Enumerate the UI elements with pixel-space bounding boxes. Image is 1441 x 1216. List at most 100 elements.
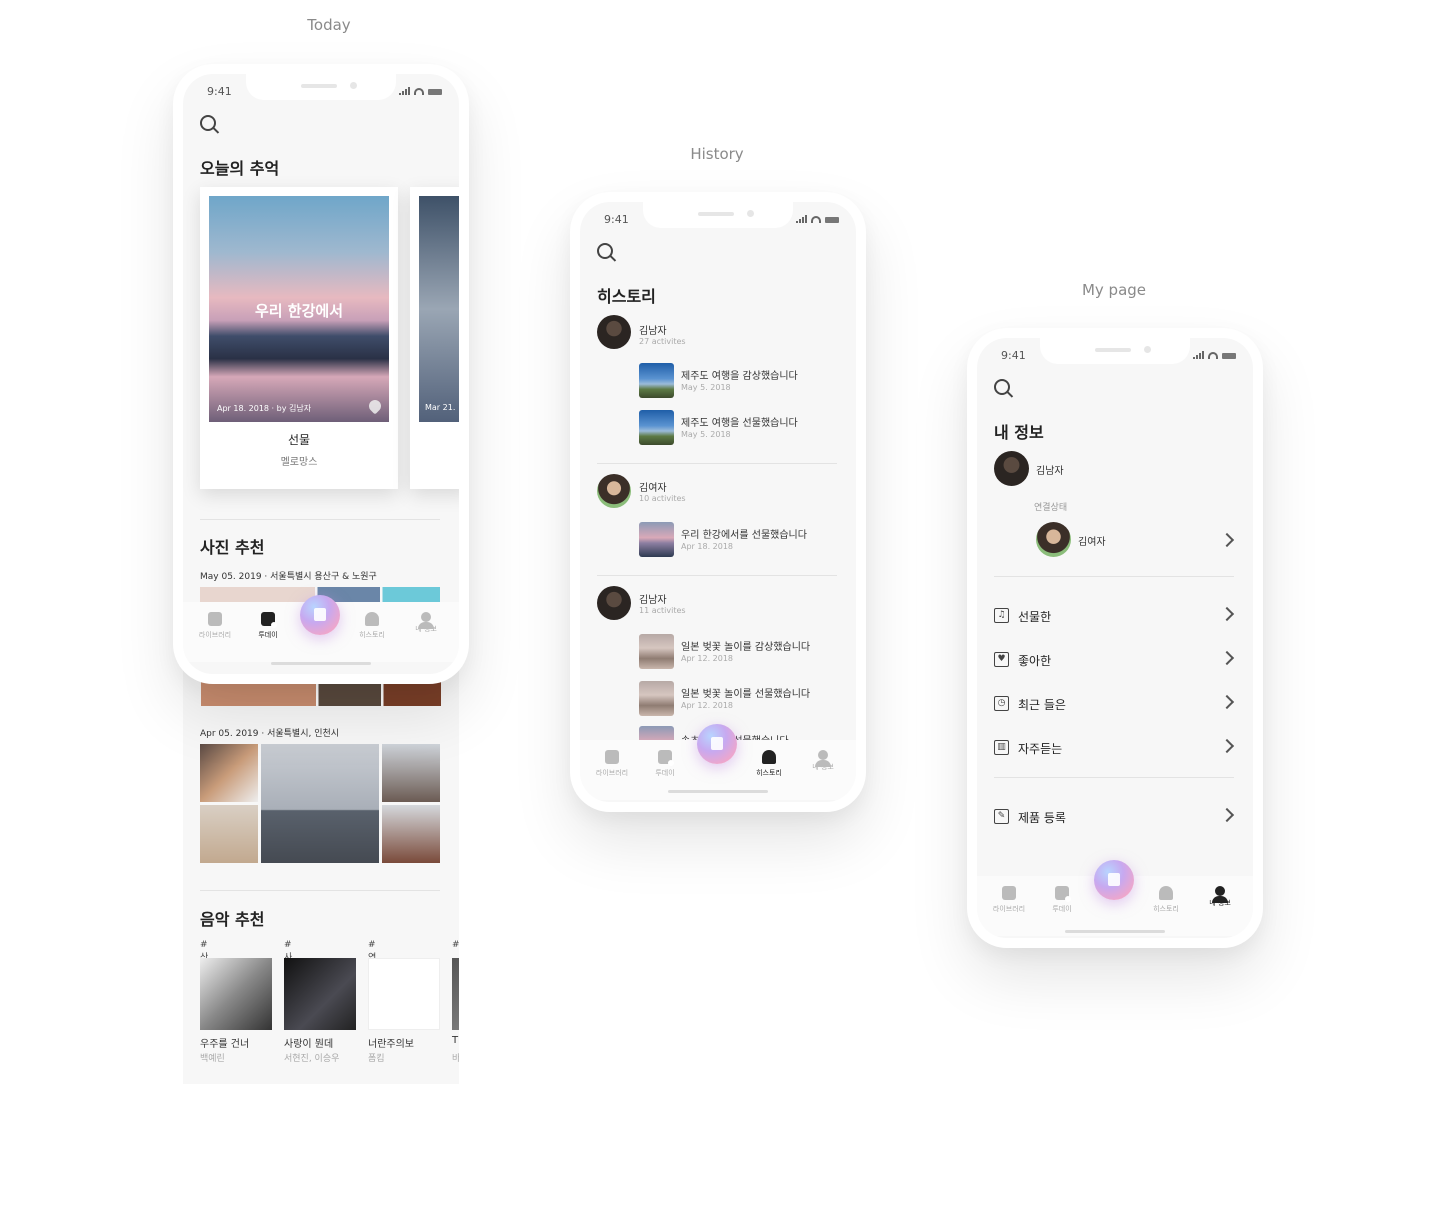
wifi-icon xyxy=(811,216,821,223)
nav-history[interactable]: 히스토리 xyxy=(346,612,398,640)
photo-sea[interactable] xyxy=(261,744,379,863)
bell-icon xyxy=(762,750,776,764)
phone-history: 9:41 히스토리 김남자 27 activites 제주도 여행을 감상했습니… xyxy=(570,192,866,812)
today-icon xyxy=(1055,886,1071,902)
edit-icon: ✎ xyxy=(994,809,1009,824)
notch xyxy=(643,202,793,228)
menu-label: 제품 등록 xyxy=(1018,811,1066,825)
photo-cafe[interactable] xyxy=(200,744,258,802)
mypage-screen: 9:41 내 정보 김남자 연결상태 김여자 ♫ 선물한 ♥ 좋아한 ◷ 최근 … xyxy=(977,338,1253,938)
photo-trees-2[interactable] xyxy=(382,805,440,863)
bell-icon xyxy=(365,612,379,626)
avatar xyxy=(597,315,631,349)
battery-icon xyxy=(825,217,839,223)
history-item-date: Apr 12. 2018 xyxy=(681,701,734,710)
album-cover xyxy=(200,958,272,1030)
memory-overlay-title: 우리 한강에서 xyxy=(254,302,344,320)
menu-label: 좋아한 xyxy=(1018,654,1052,668)
nav-today[interactable]: 투데이 xyxy=(242,612,294,640)
gift-fab-button[interactable] xyxy=(1094,860,1134,900)
search-icon[interactable] xyxy=(994,379,1010,395)
nav-history[interactable]: 히스토리 xyxy=(1140,886,1192,914)
chevron-right-icon xyxy=(1219,694,1235,710)
search-icon[interactable] xyxy=(597,243,613,259)
person-icon xyxy=(1212,886,1228,903)
memory-next-date: Mar 21. xyxy=(425,403,456,412)
divider xyxy=(597,463,837,464)
home-indicator xyxy=(1065,930,1165,933)
photo-grid-2 xyxy=(200,744,440,864)
memory-photo: 우리 한강에서 Apr 18. 2018 · by 김남자 xyxy=(209,196,389,422)
chevron-right-icon xyxy=(1219,738,1235,754)
memory-date: Apr 18. 2018 · by 김남자 xyxy=(217,404,312,413)
photo-trees-1[interactable] xyxy=(382,744,440,802)
divider xyxy=(994,576,1234,577)
bell-icon xyxy=(1159,886,1173,900)
today-icon xyxy=(261,612,277,628)
nav-myinfo[interactable]: 내 정보 xyxy=(1194,886,1246,908)
music-note-icon xyxy=(605,750,619,764)
home-indicator xyxy=(668,790,768,793)
history-item-text: 일본 벚꽃 놀이를 감상했습니다 xyxy=(681,642,811,653)
battery-icon xyxy=(1222,353,1236,359)
history-item-date: May 5. 2018 xyxy=(681,383,731,392)
avatar xyxy=(597,586,631,620)
today-title: 오늘의 추억 xyxy=(200,159,280,178)
mypage-title: 내 정보 xyxy=(994,423,1044,442)
nav-library[interactable]: 라이브러리 xyxy=(586,750,638,778)
heart-icon: ♥ xyxy=(994,652,1009,667)
album-cover xyxy=(284,958,356,1030)
memory-song: 선물 xyxy=(287,433,311,447)
photo-section-title: 사진 추천 xyxy=(200,538,265,557)
signal-icon xyxy=(796,215,807,223)
nav-today[interactable]: 투데이 xyxy=(1036,886,1088,914)
battery-icon xyxy=(428,89,442,95)
nav-library[interactable]: 라이브러리 xyxy=(983,886,1035,914)
nav-today[interactable]: 투데이 xyxy=(639,750,691,778)
status-time: 9:41 xyxy=(604,213,629,226)
history-activity-count: 27 activites xyxy=(639,337,686,346)
wifi-icon xyxy=(1208,352,1218,359)
menu-frequent[interactable]: ▥ 자주듣는 xyxy=(994,734,1236,764)
gift-fab-button[interactable] xyxy=(697,724,737,764)
history-screen: 9:41 히스토리 김남자 27 activites 제주도 여행을 감상했습니… xyxy=(580,202,856,802)
chevron-right-icon xyxy=(1219,606,1235,622)
heart-icon[interactable] xyxy=(366,397,384,415)
music-artist: 바 xyxy=(452,1054,459,1064)
memory-card-next[interactable]: Mar 21. xyxy=(410,187,459,489)
music-tag: # xyxy=(452,940,459,950)
music-note-icon: ♫ xyxy=(994,608,1009,623)
search-icon[interactable] xyxy=(200,115,216,131)
photo-beach[interactable] xyxy=(200,805,258,863)
menu-liked[interactable]: ♥ 좋아한 xyxy=(994,646,1236,676)
memory-card[interactable]: 우리 한강에서 Apr 18. 2018 · by 김남자 선물 멜로망스 xyxy=(200,187,398,489)
music-artist: 서현진, 이승우 xyxy=(284,1054,340,1064)
photo-location-2: Apr 05. 2019 · 서울특별시, 인천시 xyxy=(200,729,340,739)
music-artist: 폼킴 xyxy=(368,1054,385,1064)
music-section-title: 음악 추천 xyxy=(200,910,265,929)
today-screen: 9:41 오늘의 추억 우리 한강에서 Apr 18. 2018 · by 김남… xyxy=(183,74,459,674)
avatar xyxy=(994,451,1029,486)
history-item-date: May 5. 2018 xyxy=(681,430,731,439)
status-time: 9:41 xyxy=(1001,349,1026,362)
menu-recent[interactable]: ◷ 최근 들은 xyxy=(994,690,1236,720)
status-time: 9:41 xyxy=(207,85,232,98)
nav-library[interactable]: 라이브러리 xyxy=(189,612,241,640)
menu-gifted[interactable]: ♫ 선물한 xyxy=(994,602,1236,632)
history-item-text: 제주도 여행을 감상했습니다 xyxy=(681,371,798,382)
history-thumb xyxy=(639,522,674,557)
chevron-right-icon xyxy=(1219,807,1235,823)
history-item-text: 우리 한강에서를 선물했습니다 xyxy=(681,530,807,541)
music-list: # 산책 우주를 건너 백예린 # 사랑 사랑이 뭔데 서현진, 이승우 # 연… xyxy=(200,940,459,1070)
gift-fab-button[interactable] xyxy=(300,595,340,635)
menu-register-product[interactable]: ✎ 제품 등록 xyxy=(994,803,1236,833)
caption-mypage: My page xyxy=(1081,281,1147,299)
history-activity-count: 10 activites xyxy=(639,494,686,503)
bar-chart-icon: ▥ xyxy=(994,740,1009,755)
history-item-text: 일본 벚꽃 놀이를 선물했습니다 xyxy=(681,689,811,700)
nav-myinfo[interactable]: 내 정보 xyxy=(400,612,452,634)
nav-history[interactable]: 히스토리 xyxy=(743,750,795,778)
profile-name: 김남자 xyxy=(1036,466,1064,477)
photo-location-1: May 05. 2019 · 서울특별시 용산구 & 노원구 xyxy=(200,572,377,582)
nav-myinfo[interactable]: 내 정보 xyxy=(797,750,849,772)
